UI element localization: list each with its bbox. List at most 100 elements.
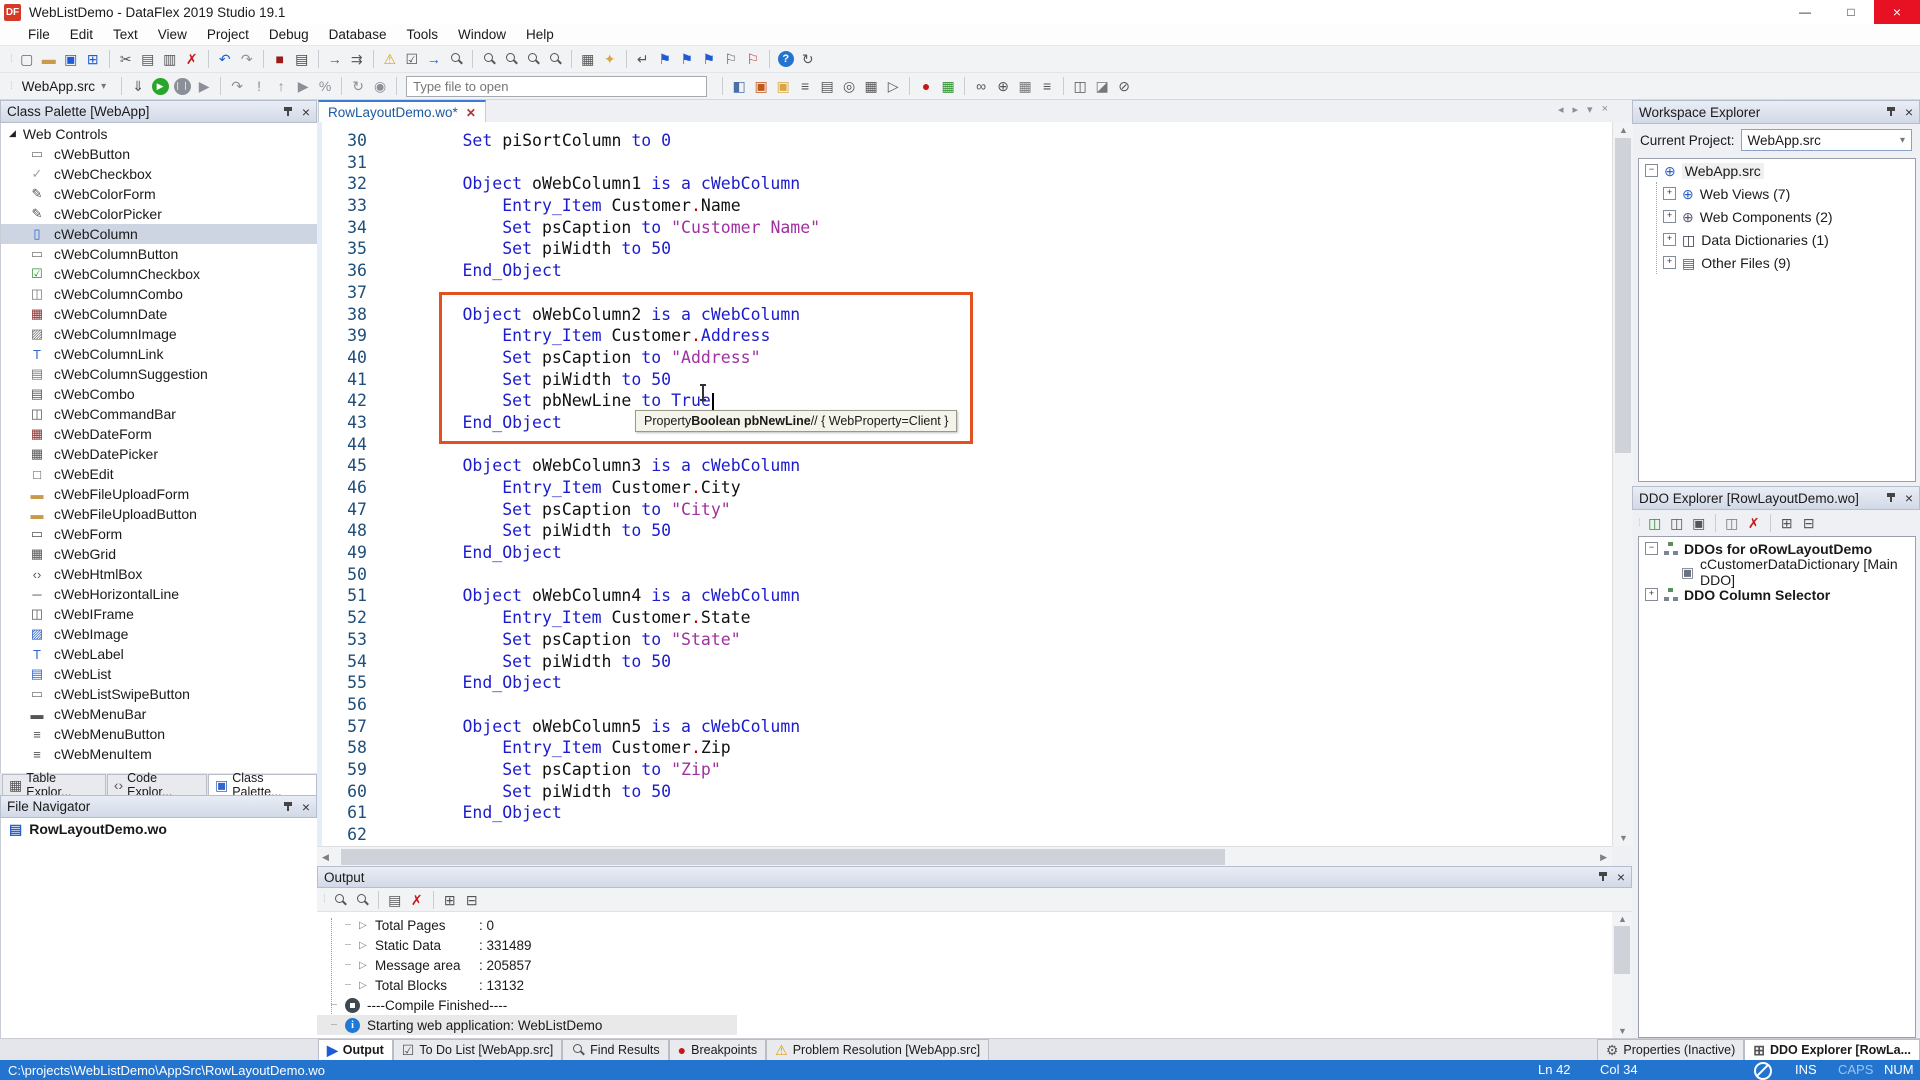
palette-item-cwebfileuploadform[interactable]: ▬cWebFileUploadForm [1, 484, 318, 504]
close-icon[interactable]: × [302, 104, 310, 120]
palette-item-cwebedit[interactable]: □cWebEdit [1, 464, 318, 484]
palette-item-cweblabel[interactable]: TcWebLabel [1, 644, 318, 664]
palette-item-cwebimage[interactable]: ▨cWebImage [1, 624, 318, 644]
project-selector[interactable]: WebApp.src▾ [16, 77, 112, 96]
save-button[interactable]: ▣ [60, 48, 82, 70]
redo-button[interactable]: ↷ [236, 48, 258, 70]
palette-item-cwebdateform[interactable]: ▦cWebDateForm [1, 424, 318, 444]
editor-nav-icon-1[interactable]: ▸ [1573, 103, 1579, 116]
menu-tools[interactable]: Tools [396, 25, 448, 44]
print-button[interactable]: ▤ [291, 48, 313, 70]
editor-nav-icon-2[interactable]: ▾ [1587, 103, 1593, 116]
close-icon[interactable]: × [1905, 104, 1913, 120]
ws-db2-button[interactable]: ◪ [1091, 75, 1113, 97]
tab-find-results[interactable]: Find Results [562, 1039, 668, 1060]
stop-button[interactable]: ◉ [369, 75, 391, 97]
palette-group-web-controls[interactable]: ◢Web Controls [1, 123, 318, 144]
run-button[interactable]: ▶ [149, 75, 171, 97]
menu-file[interactable]: File [18, 25, 60, 44]
expand-icon[interactable]: + [1645, 588, 1658, 601]
ws-db1-button[interactable]: ◫ [1069, 75, 1091, 97]
tree-node-webapp-src[interactable]: −⊕WebApp.src [1639, 159, 1915, 182]
palette-item-cwebcolorform[interactable]: ✎cWebColorForm [1, 184, 318, 204]
palette-item-cweblist[interactable]: ▤cWebList [1, 664, 318, 684]
ddo-delete-button[interactable]: ✗ [1743, 512, 1765, 534]
ws-table2-button[interactable]: ▦ [860, 75, 882, 97]
ws-table-check-button[interactable]: ▦ [937, 75, 959, 97]
pin-icon[interactable] [282, 105, 294, 119]
menu-database[interactable]: Database [319, 25, 397, 44]
save-all-button[interactable]: ⊞ [82, 48, 104, 70]
open-file-button[interactable]: ▬ [38, 48, 60, 70]
expander-icon[interactable]: ▷ [359, 920, 375, 931]
ddo-add-button[interactable]: ◫ [1644, 512, 1666, 534]
step-button[interactable]: ▶ [193, 75, 215, 97]
palette-item-cwebcolumndate[interactable]: ▦cWebColumnDate [1, 304, 318, 324]
scroll-down-icon[interactable]: ▼ [1618, 1026, 1627, 1036]
palette-item-cwebbutton[interactable]: ▭cWebButton [1, 144, 318, 164]
bookmark-prev-button[interactable]: ⚑ [676, 48, 698, 70]
ws-person-button[interactable]: ≡ [794, 75, 816, 97]
out-find-next-button[interactable] [351, 889, 373, 911]
debug-break-button[interactable]: ! [248, 75, 270, 97]
ddo-box-button[interactable]: ▣ [1688, 512, 1710, 534]
pin-icon[interactable] [1597, 870, 1609, 884]
out-clear-button[interactable]: ✗ [406, 889, 428, 911]
find-next-button[interactable] [500, 48, 522, 70]
debug-restart-button[interactable]: ↷ [226, 75, 248, 97]
expander-icon[interactable]: ▷ [359, 960, 375, 971]
ws-page-button[interactable]: ▤ [816, 75, 838, 97]
delete-button[interactable]: ✗ [181, 48, 203, 70]
editor-tab-rowlayoutdemo[interactable]: RowLayoutDemo.wo* ✕ [318, 100, 486, 123]
palette-item-cwebcolumnbutton[interactable]: ▭cWebColumnButton [1, 244, 318, 264]
tree-node-web-views--7-[interactable]: +⊕Web Views (7) [1639, 182, 1915, 205]
ddo-compare-button[interactable]: ◫ [1721, 512, 1743, 534]
find-doc-button[interactable] [445, 48, 467, 70]
palette-item-cwebiframe[interactable]: ◫cWebIFrame [1, 604, 318, 624]
palette-item-cwebmenubar[interactable]: ▬cWebMenuBar [1, 704, 318, 724]
find-prev-button[interactable] [522, 48, 544, 70]
undo-button[interactable]: ↶ [214, 48, 236, 70]
output-row[interactable]: ┄iStarting web application: WebListDemo [317, 1015, 737, 1035]
palette-item-cwebcolumncombo[interactable]: ◫cWebColumnCombo [1, 284, 318, 304]
close-icon[interactable]: × [302, 799, 310, 815]
tree-node-web-components--2-[interactable]: +⊕Web Components (2) [1639, 205, 1915, 228]
ws-find-table-button[interactable]: ▦ [1014, 75, 1036, 97]
menu-text[interactable]: Text [103, 25, 148, 44]
pin-icon[interactable] [282, 800, 294, 814]
code-editor[interactable]: 30 Set piSortColumn to 03132 Object oWeb… [317, 122, 1612, 846]
reconnect-button[interactable]: ↻ [347, 75, 369, 97]
ddo-node-ddo-column-selector[interactable]: +DDO Column Selector [1639, 583, 1915, 606]
tab-breakpoints[interactable]: ●Breakpoints [669, 1039, 766, 1060]
expander-icon[interactable]: ▷ [359, 980, 375, 991]
export-button[interactable]: → [423, 48, 445, 70]
maximize-button[interactable]: □ [1828, 0, 1874, 24]
menu-project[interactable]: Project [197, 25, 259, 44]
ddo-node-ccustomerdatadictionary--main-ddo-[interactable]: ▣cCustomerDataDictionary [Main DDO] [1639, 560, 1915, 583]
scroll-down-icon[interactable]: ▼ [1619, 833, 1628, 843]
palette-item-cwebcolumncheckbox[interactable]: ☑cWebColumnCheckbox [1, 264, 318, 284]
editor-horizontal-scrollbar[interactable]: ◀ ▶ [317, 846, 1612, 867]
bookmark-next-button[interactable]: ⚑ [698, 48, 720, 70]
output-row[interactable]: ┄▷Total Blocks: 13132 [317, 975, 1612, 995]
editor-nav-icon-3[interactable]: × [1602, 103, 1608, 116]
debug-up-button[interactable]: ↑ [270, 75, 292, 97]
find-button[interactable] [478, 48, 500, 70]
expand-icon[interactable]: + [1663, 187, 1676, 200]
palette-item-cweblistswipebutton[interactable]: ▭cWebListSwipeButton [1, 684, 318, 704]
minimize-button[interactable]: — [1782, 0, 1828, 24]
ws-phone-button[interactable]: ◎ [838, 75, 860, 97]
bookmark-clear-all-button[interactable]: ⚐ [742, 48, 764, 70]
pin-icon[interactable] [1885, 105, 1897, 119]
palette-item-cwebhtmlbox[interactable]: ‹›cWebHtmlBox [1, 564, 318, 584]
ddo-expand-button[interactable]: ⊞ [1776, 512, 1798, 534]
tab-close-icon[interactable]: ✕ [466, 106, 476, 120]
ws-db3-button[interactable]: ⊘ [1113, 75, 1135, 97]
ws-breakpoint-button[interactable]: ● [915, 75, 937, 97]
record-button[interactable]: ■ [269, 48, 291, 70]
palette-item-cwebmenubutton[interactable]: ≡cWebMenuButton [1, 724, 318, 744]
ws-goggles-button[interactable]: ∞ [970, 75, 992, 97]
tab-class-palette---[interactable]: ▣Class Palette... [208, 774, 317, 795]
ws-web-button[interactable]: ⊕ [992, 75, 1014, 97]
menu-window[interactable]: Window [448, 25, 516, 44]
